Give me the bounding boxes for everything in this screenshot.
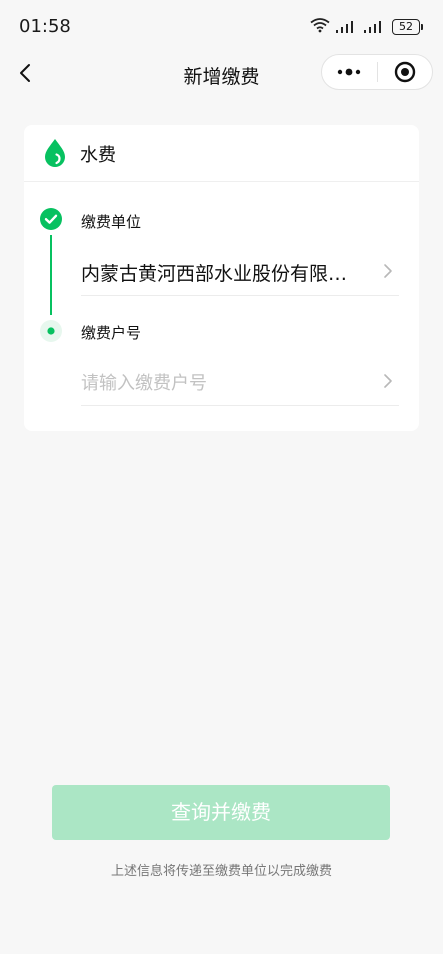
chevron-right-icon [383, 263, 393, 283]
account-number-label: 缴费户号 [81, 324, 142, 342]
water-drop-icon [42, 138, 68, 172]
payee-unit-label: 缴费单位 [81, 213, 142, 231]
query-and-pay-button[interactable]: 查询并缴费 [52, 785, 390, 840]
mini-program-capsule [321, 54, 433, 90]
step-dot-icon [40, 320, 62, 346]
signal-icon [364, 18, 386, 37]
close-button[interactable] [377, 54, 432, 90]
payee-unit-selector[interactable]: 内蒙古黄河西部水业股份有限公司 [81, 247, 399, 296]
signal-icon [336, 18, 358, 37]
more-dots-icon [338, 68, 361, 76]
battery-level: 52 [392, 19, 420, 35]
chevron-right-icon [383, 373, 393, 393]
card-title: 水费 [80, 145, 116, 166]
nav-bar: 新增缴费 [0, 52, 443, 96]
status-time: 01:58 [19, 16, 71, 37]
more-button[interactable] [322, 54, 377, 90]
status-icons: 52 [310, 17, 423, 37]
wifi-icon [310, 17, 330, 37]
card-header: 水费 [24, 125, 419, 182]
status-bar: 01:58 52 [0, 0, 443, 52]
footer-note: 上述信息将传递至缴费单位以完成缴费 [110, 864, 332, 879]
battery-icon: 52 [392, 19, 423, 35]
close-target-icon [394, 61, 415, 83]
account-number-placeholder: 请输入缴费户号 [81, 373, 207, 394]
step-connector [50, 235, 52, 315]
account-number-input[interactable]: 请输入缴费户号 [81, 357, 399, 406]
check-circle-icon [40, 208, 62, 234]
payment-card: 水费 缴费单位 内蒙古黄河西部水业股份有限公司 缴费户号 请输入缴费户号 [24, 125, 419, 431]
payee-unit-value: 内蒙古黄河西部水业股份有限公司 [81, 263, 363, 285]
